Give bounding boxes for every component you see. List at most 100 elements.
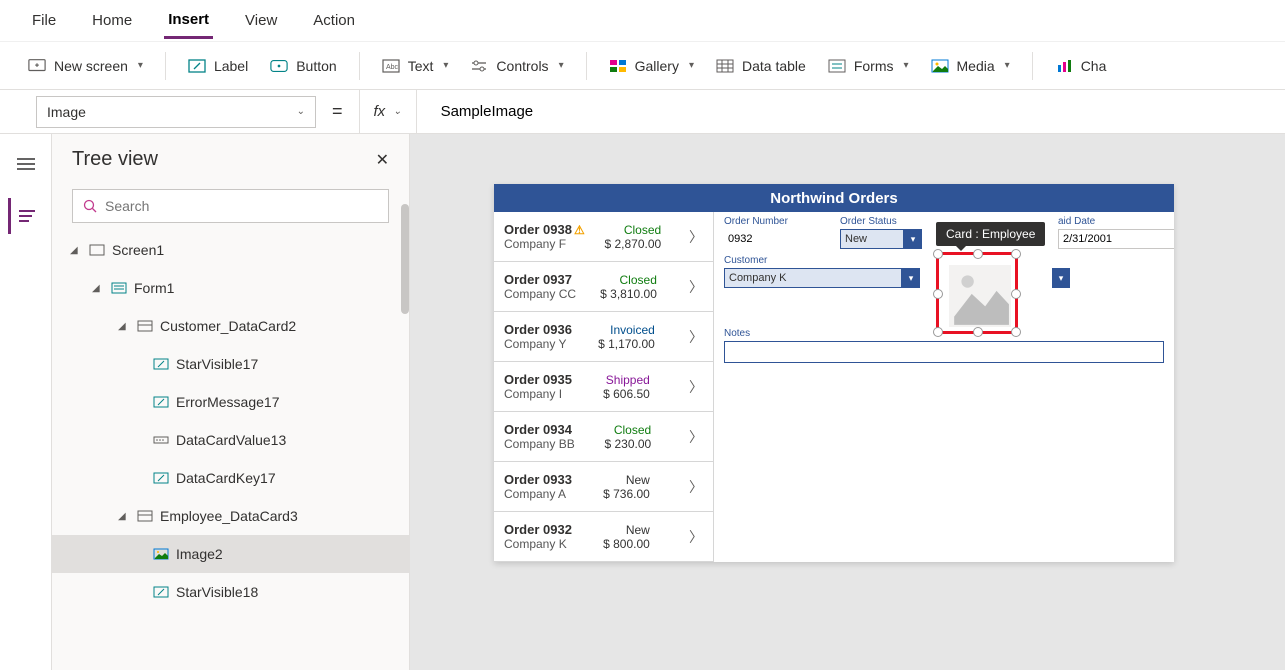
employee-dropdown[interactable]: ▾ <box>1052 268 1074 288</box>
tree-node-datacardkey17[interactable]: DataCardKey17 <box>52 459 409 497</box>
close-icon[interactable]: ✕ <box>376 150 389 170</box>
tree-node-datacardvalue13[interactable]: DataCardValue13 <box>52 421 409 459</box>
tree-node-customer-card[interactable]: ◢ Customer_DataCard2 <box>52 307 409 345</box>
collapse-icon[interactable]: ◢ <box>118 321 130 332</box>
equals-sign: = <box>328 101 347 122</box>
chevron-down-icon: ⌄ <box>297 106 305 117</box>
chevron-down-icon: ▾ <box>559 60 564 71</box>
collapse-icon[interactable]: ◢ <box>118 511 130 522</box>
chevron-down-icon[interactable]: ▾ <box>1052 268 1070 288</box>
tree-node-starvisible17[interactable]: StarVisible17 <box>52 345 409 383</box>
button-button[interactable]: Button <box>270 57 336 75</box>
order-item[interactable]: Order 0936Company YInvoiced$ 1,170.00〉 <box>494 312 713 362</box>
chevron-down-icon[interactable]: ▾ <box>904 229 922 249</box>
order-status: Invoiced <box>610 323 655 337</box>
notes-input[interactable] <box>724 341 1164 363</box>
divider <box>359 52 360 80</box>
menu-file[interactable]: File <box>28 4 60 37</box>
controls-button[interactable]: Controls ▾ <box>470 57 563 75</box>
paid-date-field[interactable] <box>1058 229 1174 249</box>
gallery-icon <box>609 57 627 75</box>
search-box[interactable] <box>72 189 389 223</box>
property-selector[interactable]: Image ⌄ <box>36 96 316 128</box>
tree-label: DataCardKey17 <box>176 470 276 486</box>
gallery-button[interactable]: Gallery ▾ <box>609 57 694 75</box>
canvas-area[interactable]: Northwind Orders Order 0938⚠Company FClo… <box>410 134 1285 670</box>
order-id: Order 0932 <box>504 522 572 537</box>
resize-handle[interactable] <box>933 289 943 299</box>
label-button[interactable]: Label <box>188 57 248 75</box>
image-icon <box>152 547 170 561</box>
menu-action[interactable]: Action <box>309 4 359 37</box>
charts-button[interactable]: Cha <box>1055 57 1107 75</box>
search-icon <box>83 199 97 213</box>
hamburger-button[interactable] <box>8 146 44 182</box>
resize-handle[interactable] <box>933 249 943 259</box>
resize-handle[interactable] <box>973 327 983 337</box>
tree-label: Employee_DataCard3 <box>160 508 298 524</box>
order-item[interactable]: Order 0933Company ANew$ 736.00〉 <box>494 462 713 512</box>
divider <box>165 52 166 80</box>
collapse-icon[interactable]: ◢ <box>70 245 82 256</box>
label-label: Label <box>214 58 248 74</box>
formula-input[interactable] <box>429 90 1285 133</box>
tree-label: StarVisible18 <box>176 584 258 600</box>
employee-card-selection[interactable] <box>936 252 1018 334</box>
tree-node-starvisible18[interactable]: StarVisible18 <box>52 573 409 611</box>
new-screen-button[interactable]: New screen ▾ <box>28 57 143 75</box>
tree-view-button[interactable] <box>8 198 44 234</box>
controls-label: Controls <box>496 58 548 74</box>
media-button[interactable]: Media ▾ <box>931 57 1010 75</box>
menu-view[interactable]: View <box>241 4 281 37</box>
charts-icon <box>1055 57 1073 75</box>
app-preview: Northwind Orders Order 0938⚠Company FClo… <box>494 184 1174 562</box>
tree-node-employee-card[interactable]: ◢ Employee_DataCard3 <box>52 497 409 535</box>
resize-handle[interactable] <box>1011 289 1021 299</box>
customer-value: Company K <box>724 268 902 288</box>
order-item[interactable]: Order 0937Company CCClosed$ 3,810.00〉 <box>494 262 713 312</box>
paid-date-input[interactable]: ▦ <box>1058 229 1138 249</box>
resize-handle[interactable] <box>1011 249 1021 259</box>
menu-insert[interactable]: Insert <box>164 3 213 39</box>
order-status: Closed <box>624 223 661 237</box>
order-status-label: Order Status <box>840 216 922 227</box>
app-body: Order 0938⚠Company FClosed$ 2,870.00〉Ord… <box>494 212 1174 562</box>
order-status-dropdown[interactable]: New ▾ <box>840 229 922 249</box>
main: Tree view ✕ ◢ Screen1 ◢ Form1 ◢ Customer… <box>0 134 1285 670</box>
data-table-button[interactable]: Data table <box>716 57 806 75</box>
order-item[interactable]: Order 0932Company KNew$ 800.00〉 <box>494 512 713 562</box>
order-amount: $ 1,170.00 <box>598 337 655 351</box>
data-table-icon <box>716 57 734 75</box>
order-status: Shipped <box>606 373 650 387</box>
order-item[interactable]: Order 0935Company IShipped$ 606.50〉 <box>494 362 713 412</box>
resize-handle[interactable] <box>1011 327 1021 337</box>
tree-scroll: ◢ Screen1 ◢ Form1 ◢ Customer_DataCard2 S… <box>52 231 409 670</box>
order-company: Company CC <box>504 287 576 301</box>
order-number-input[interactable] <box>724 229 832 249</box>
chevron-down-icon: ▾ <box>138 60 143 71</box>
selection-tooltip: Card : Employee <box>936 222 1045 246</box>
scrollbar[interactable] <box>401 204 409 314</box>
ribbon: New screen ▾ Label Button Abc Text ▾ Con… <box>0 42 1285 90</box>
text-button[interactable]: Abc Text ▾ <box>382 57 449 75</box>
tree-node-form1[interactable]: ◢ Form1 <box>52 269 409 307</box>
order-item[interactable]: Order 0934Company BBClosed$ 230.00〉 <box>494 412 713 462</box>
order-id: Order 0936 <box>504 322 572 337</box>
collapse-icon[interactable]: ◢ <box>92 283 104 294</box>
tree-node-screen1[interactable]: ◢ Screen1 <box>52 231 409 269</box>
order-status: Closed <box>614 423 651 437</box>
label-icon <box>188 57 206 75</box>
order-status-value: New <box>840 229 904 249</box>
resize-handle[interactable] <box>933 327 943 337</box>
tree-node-errormessage17[interactable]: ErrorMessage17 <box>52 383 409 421</box>
tree-node-image2[interactable]: Image2 <box>52 535 409 573</box>
fx-button[interactable]: fx ⌄ <box>359 90 417 133</box>
customer-dropdown[interactable]: Company K ▾ <box>724 268 920 288</box>
forms-button[interactable]: Forms ▾ <box>828 57 909 75</box>
forms-label: Forms <box>854 58 894 74</box>
search-input[interactable] <box>105 198 378 214</box>
chevron-down-icon[interactable]: ▾ <box>902 268 920 288</box>
resize-handle[interactable] <box>973 249 983 259</box>
order-item[interactable]: Order 0938⚠Company FClosed$ 2,870.00〉 <box>494 212 713 262</box>
menu-home[interactable]: Home <box>88 4 136 37</box>
